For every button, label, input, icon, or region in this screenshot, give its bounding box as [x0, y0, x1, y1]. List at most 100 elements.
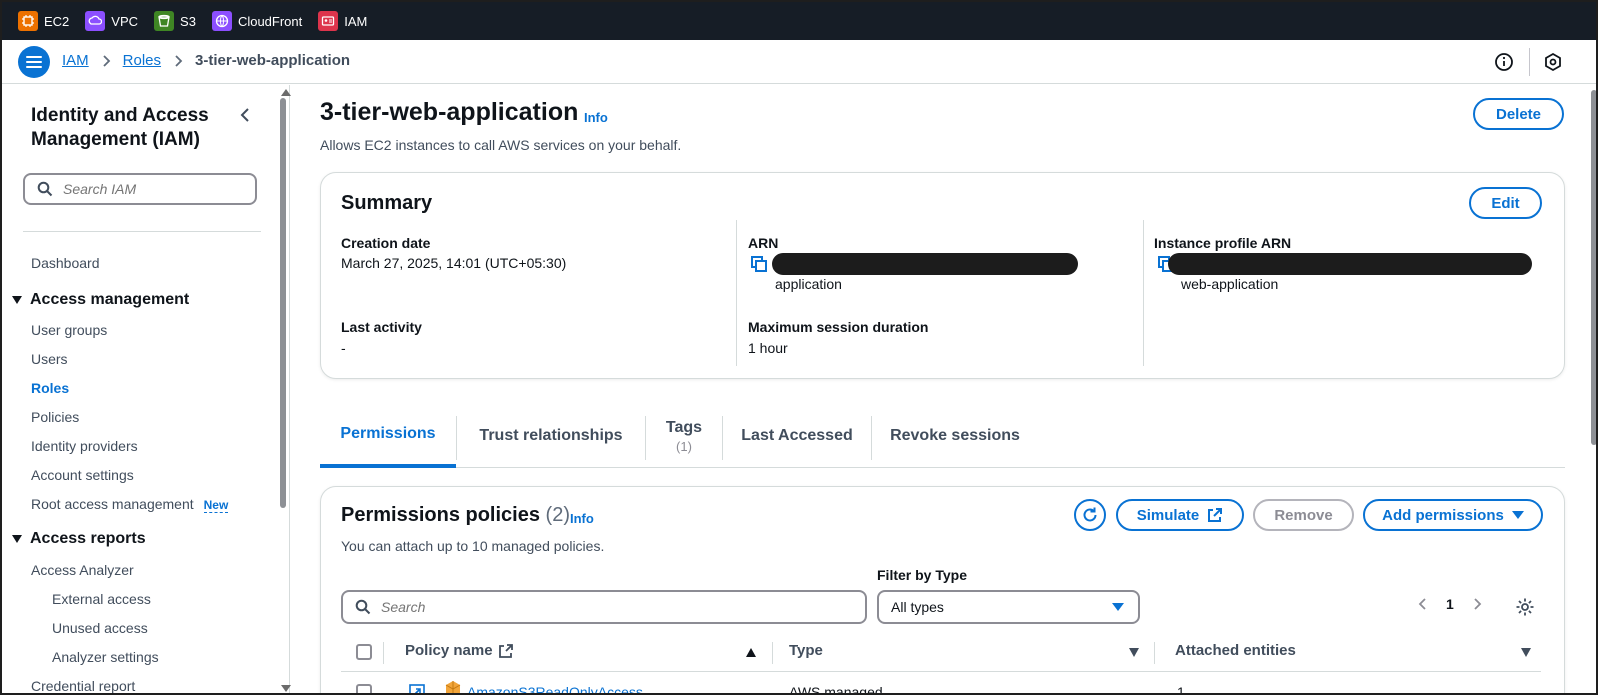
- max-session-value: 1 hour: [748, 340, 788, 356]
- sidebar-section-access-management[interactable]: Access management: [12, 291, 189, 309]
- service-iam[interactable]: IAM: [318, 11, 367, 31]
- sidebar-search-input[interactable]: [63, 181, 243, 197]
- tab-label: Permissions: [340, 425, 436, 442]
- page-number[interactable]: 1: [1446, 596, 1454, 612]
- sidebar-title[interactable]: Identity and Access Management (IAM): [31, 104, 231, 152]
- aws-managed-policy-icon: [445, 681, 461, 695]
- tab-permissions[interactable]: Permissions: [320, 404, 456, 468]
- sidebar-item-root-access[interactable]: Root access management New: [31, 496, 229, 513]
- refresh-button[interactable]: [1074, 499, 1106, 531]
- tab-bar: Permissions Trust relationships Tags (1) …: [320, 404, 1565, 468]
- remove-button[interactable]: Remove: [1253, 499, 1354, 531]
- sidebar-item-account-settings[interactable]: Account settings: [31, 467, 134, 483]
- gear-icon[interactable]: [1515, 597, 1535, 617]
- service-cloudfront[interactable]: CloudFront: [211, 11, 303, 31]
- caret-down-icon: [1112, 603, 1124, 611]
- service-label: CloudFront: [237, 13, 303, 29]
- sort-icon[interactable]: [1521, 648, 1531, 657]
- sidebar-item-roles[interactable]: Roles: [31, 380, 69, 396]
- service-vpc[interactable]: VPC: [85, 11, 138, 31]
- cloudfront-icon: [211, 11, 232, 31]
- redacted-arn: [772, 253, 1078, 275]
- collapse-sidebar-icon[interactable]: [238, 107, 254, 123]
- breadcrumb-roles[interactable]: Roles: [123, 52, 161, 69]
- add-permissions-button[interactable]: Add permissions: [1363, 499, 1543, 531]
- chevron-left-icon[interactable]: [1418, 597, 1428, 611]
- policy-search-input[interactable]: [381, 599, 841, 615]
- caret-down-icon: [12, 535, 22, 543]
- sidebar-item-label: Root access management: [31, 496, 194, 512]
- external-link-icon: [498, 643, 513, 658]
- sidebar-item-users[interactable]: Users: [31, 351, 68, 367]
- sidebar-scrollbar[interactable]: [276, 85, 288, 695]
- last-activity-label: Last activity: [341, 319, 422, 335]
- chevron-right-icon[interactable]: [1472, 597, 1482, 611]
- page-description: Allows EC2 instances to call AWS service…: [320, 137, 682, 153]
- sidebar-item-unused-access[interactable]: Unused access: [52, 620, 148, 636]
- breadcrumb-current: 3-tier-web-application: [195, 52, 351, 69]
- sidebar-item-external-access[interactable]: External access: [52, 591, 151, 607]
- permissions-info-link[interactable]: Info: [570, 511, 594, 526]
- edit-button[interactable]: Edit: [1469, 187, 1542, 219]
- delete-button[interactable]: Delete: [1473, 98, 1564, 130]
- redacted-instance-profile-arn: [1168, 253, 1532, 275]
- tab-trust-relationships[interactable]: Trust relationships: [457, 404, 645, 468]
- vpc-icon: [85, 11, 106, 31]
- column-policy-name[interactable]: Policy name: [405, 642, 513, 659]
- expand-icon[interactable]: [409, 684, 425, 695]
- policy-name-link[interactable]: AmazonS3ReadOnlyAccess: [467, 684, 643, 695]
- service-s3[interactable]: S3: [154, 11, 196, 31]
- select-all-checkbox[interactable]: [356, 644, 372, 660]
- scroll-up-arrow-icon[interactable]: [281, 89, 291, 96]
- service-label: VPC: [111, 13, 139, 29]
- sidebar-scroll-thumb[interactable]: [280, 98, 286, 508]
- sidebar-item-analyzer-settings[interactable]: Analyzer settings: [52, 649, 159, 665]
- attached-entities-count: 1: [1177, 684, 1185, 695]
- tab-label: Trust relationships: [479, 427, 623, 444]
- title-info-link[interactable]: Info: [584, 110, 608, 125]
- column-label: Policy name: [405, 642, 493, 659]
- sort-ascending-icon[interactable]: [746, 648, 756, 657]
- search-icon: [37, 181, 53, 197]
- refresh-icon: [1083, 507, 1097, 522]
- sort-icon[interactable]: [1129, 648, 1139, 657]
- simulate-button[interactable]: Simulate: [1116, 499, 1244, 531]
- info-circle-icon[interactable]: [1494, 52, 1514, 72]
- column-type[interactable]: Type: [789, 642, 823, 659]
- sidebar-item-user-groups[interactable]: User groups: [31, 322, 107, 338]
- column-attached-entities[interactable]: Attached entities: [1175, 642, 1296, 659]
- permissions-heading: Permissions policies (2): [341, 504, 570, 527]
- policy-type: AWS managed: [789, 684, 883, 695]
- chevron-right-icon: [103, 54, 110, 67]
- max-session-label: Maximum session duration: [748, 319, 929, 335]
- section-heading: Access reports: [30, 530, 146, 547]
- breadcrumb: IAM Roles 3-tier-web-application: [62, 52, 350, 69]
- tab-revoke-sessions[interactable]: Revoke sessions: [872, 404, 1038, 468]
- row-checkbox[interactable]: [356, 684, 372, 695]
- sidebar-item-credential-report[interactable]: Credential report: [31, 678, 135, 694]
- arn-value: application: [775, 276, 842, 292]
- sidebar-item-identity-providers[interactable]: Identity providers: [31, 438, 138, 454]
- arn-label: ARN: [748, 235, 779, 251]
- page-scroll-thumb[interactable]: [1591, 90, 1597, 445]
- ec2-icon: [18, 11, 38, 31]
- copy-icon[interactable]: [751, 256, 767, 272]
- scroll-down-arrow-icon[interactable]: [281, 685, 291, 692]
- sidebar-item-dashboard[interactable]: Dashboard: [31, 255, 100, 271]
- sidebar-item-policies[interactable]: Policies: [31, 409, 79, 425]
- filter-type-select[interactable]: All types: [877, 590, 1140, 624]
- policy-search[interactable]: [341, 590, 867, 624]
- sidebar-search[interactable]: [23, 173, 257, 205]
- settings-hexagon-icon[interactable]: [1543, 52, 1563, 72]
- hamburger-menu-button[interactable]: [18, 46, 50, 78]
- tab-last-accessed[interactable]: Last Accessed: [723, 404, 871, 468]
- creation-date-value: March 27, 2025, 14:01 (UTC+05:30): [341, 255, 567, 271]
- chevron-right-icon: [175, 54, 183, 67]
- tab-tags[interactable]: Tags (1): [646, 404, 722, 468]
- sidebar-section-access-reports[interactable]: Access reports: [12, 530, 146, 548]
- external-link-icon: [1208, 508, 1223, 522]
- table-row[interactable]: AmazonS3ReadOnlyAccess AWS managed 1: [341, 672, 1541, 695]
- sidebar-item-access-analyzer[interactable]: Access Analyzer: [31, 562, 134, 578]
- breadcrumb-iam[interactable]: IAM: [62, 52, 89, 69]
- service-ec2[interactable]: EC2: [18, 11, 69, 31]
